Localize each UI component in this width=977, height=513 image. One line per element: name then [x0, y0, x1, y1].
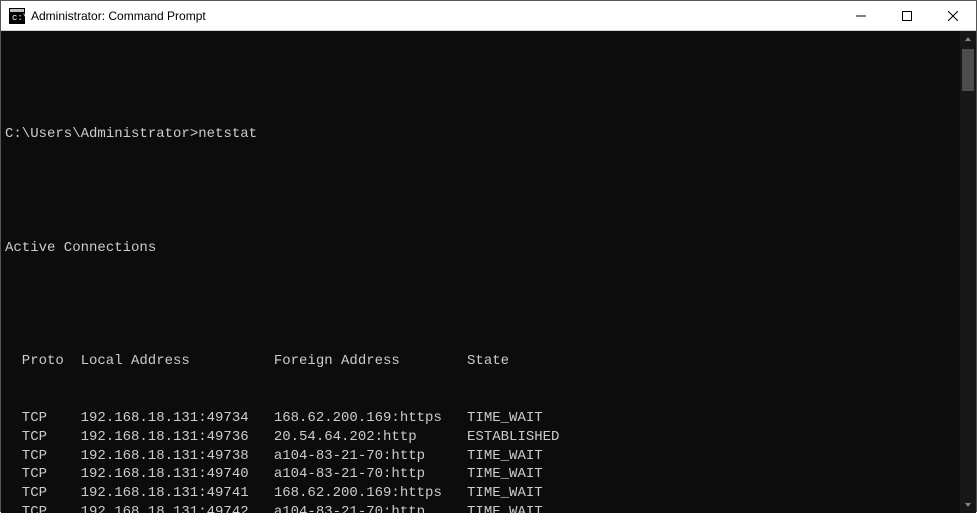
table-row: TCP192.168.18.131:49740a104-83-21-70:htt… — [5, 465, 972, 484]
window-controls — [838, 1, 976, 30]
cell-state: TIME_WAIT — [467, 409, 543, 428]
cell-proto: TCP — [22, 465, 81, 484]
table-row: TCP192.168.18.131:49738a104-83-21-70:htt… — [5, 447, 972, 466]
cell-proto: TCP — [22, 447, 81, 466]
scrollbar-up-button[interactable] — [960, 31, 976, 47]
cell-state: TIME_WAIT — [467, 447, 543, 466]
cmd-icon: c:\ — [9, 8, 25, 24]
window-titlebar: c:\ Administrator: Command Prompt — [1, 1, 976, 31]
prompt-prefix: C:\Users\Administrator> — [5, 126, 198, 142]
cell-proto: TCP — [22, 428, 81, 447]
prompt-command: netstat — [198, 126, 257, 142]
cell-foreign: a104-83-21-70:http — [274, 465, 467, 484]
col-proto-header: Proto — [22, 352, 81, 371]
cell-foreign: a104-83-21-70:http — [274, 447, 467, 466]
cell-state: ESTABLISHED — [467, 428, 559, 447]
cell-local: 192.168.18.131:49741 — [81, 484, 274, 503]
table-row: TCP192.168.18.131:49734168.62.200.169:ht… — [5, 409, 972, 428]
col-state-header: State — [467, 352, 509, 371]
cell-state: TIME_WAIT — [467, 484, 543, 503]
col-local-header: Local Address — [81, 352, 274, 371]
cell-local: 192.168.18.131:49740 — [81, 465, 274, 484]
cell-local: 192.168.18.131:49738 — [81, 447, 274, 466]
minimize-button[interactable] — [838, 1, 884, 30]
cell-state: TIME_WAIT — [467, 465, 543, 484]
cell-local: 192.168.18.131:49734 — [81, 409, 274, 428]
table-row: TCP192.168.18.131:49741168.62.200.169:ht… — [5, 484, 972, 503]
cell-local: 192.168.18.131:49736 — [81, 428, 274, 447]
cell-proto: TCP — [22, 484, 81, 503]
cell-foreign: 168.62.200.169:https — [274, 409, 467, 428]
scrollbar-down-button[interactable] — [960, 497, 976, 513]
svg-text:c:\: c:\ — [12, 13, 25, 23]
prompt-line: C:\Users\Administrator>netstat — [5, 125, 972, 144]
table-row: TCP192.168.18.131:4973620.54.64.202:http… — [5, 428, 972, 447]
column-headers: ProtoLocal AddressForeign AddressState — [5, 352, 972, 371]
cell-proto: TCP — [22, 409, 81, 428]
maximize-button[interactable] — [884, 1, 930, 30]
scrollbar-track[interactable] — [960, 31, 976, 513]
terminal-area[interactable]: C:\Users\Administrator>netstat Active Co… — [1, 31, 976, 513]
col-foreign-header: Foreign Address — [274, 352, 467, 371]
terminal-content: C:\Users\Administrator>netstat Active Co… — [1, 31, 976, 513]
scrollbar-thumb[interactable] — [962, 49, 974, 91]
cell-foreign: 168.62.200.169:https — [274, 484, 467, 503]
window-title: Administrator: Command Prompt — [31, 9, 838, 23]
cell-foreign: 20.54.64.202:http — [274, 428, 467, 447]
close-button[interactable] — [930, 1, 976, 30]
output-heading: Active Connections — [5, 239, 972, 258]
